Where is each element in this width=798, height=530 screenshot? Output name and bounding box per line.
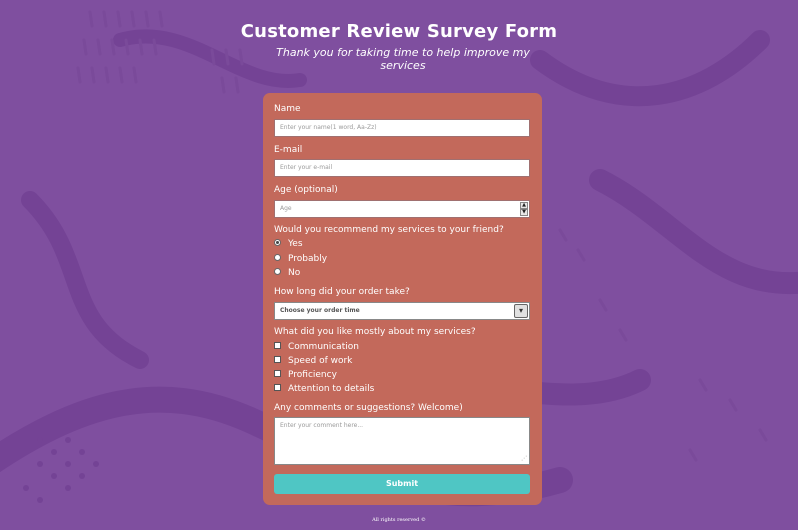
radio-label: No [288, 268, 301, 278]
checkbox-label: Communication [288, 342, 359, 352]
email-label: E-mail [274, 145, 303, 155]
email-input[interactable]: Enter your e-mail [274, 159, 530, 177]
comments-placeholder: Enter your comment here... [280, 422, 364, 429]
radio-button[interactable] [274, 254, 281, 261]
spin-down-icon[interactable]: ▼ [520, 209, 528, 216]
recommend-option-probably[interactable]: Probably [274, 254, 327, 265]
checkbox-label: Attention to details [288, 384, 375, 394]
page-subtitle: Thank you for taking time to help improv… [276, 46, 530, 72]
checkbox[interactable] [274, 342, 281, 349]
liked-label: What did you like mostly about my servic… [274, 327, 476, 337]
chevron-down-icon[interactable]: ▾ [514, 304, 528, 318]
order-time-selected: Choose your order time [280, 307, 360, 314]
liked-option-speed[interactable]: Speed of work [274, 356, 352, 367]
radio-label: Probably [288, 254, 328, 264]
page-title: Customer Review Survey Form [240, 21, 558, 42]
age-label: Age (optional) [274, 185, 338, 195]
submit-button[interactable]: Submit [274, 474, 530, 494]
checkbox-label: Proficiency [288, 370, 337, 380]
survey-form: Name Enter your name(1 word, Aa-Zz) E-ma… [263, 93, 542, 505]
recommend-option-no[interactable]: No [274, 268, 300, 279]
number-spinner-icon[interactable]: ▲ ▼ [520, 202, 528, 216]
checkbox[interactable] [274, 356, 281, 363]
comments-label: Any comments or suggestions? Welcome) [274, 403, 463, 413]
liked-option-proficiency[interactable]: Proficiency [274, 370, 337, 381]
checkbox[interactable] [274, 384, 281, 391]
spin-up-icon[interactable]: ▲ [520, 202, 528, 209]
name-input[interactable]: Enter your name(1 word, Aa-Zz) [274, 119, 530, 137]
recommend-option-yes[interactable]: Yes [274, 239, 303, 250]
checkbox-label: Speed of work [288, 356, 353, 366]
footer-text: All rights reserved © [372, 517, 426, 523]
resize-grip-icon[interactable]: ⋰ [521, 456, 527, 462]
radio-label: Yes [288, 239, 303, 249]
age-input[interactable]: Age ▲ ▼ [274, 200, 530, 218]
checkbox[interactable] [274, 370, 281, 377]
comments-textarea[interactable]: Enter your comment here... ⋰ [274, 417, 530, 465]
liked-option-attention[interactable]: Attention to details [274, 384, 374, 395]
radio-button[interactable] [274, 239, 281, 246]
age-placeholder: Age [280, 205, 292, 212]
liked-option-communication[interactable]: Communication [274, 342, 359, 353]
recommend-label: Would you recommend my services to your … [274, 225, 504, 235]
radio-button[interactable] [274, 268, 281, 275]
order-time-label: How long did your order take? [274, 287, 410, 297]
order-time-select[interactable]: Choose your order time ▾ [274, 302, 530, 320]
name-label: Name [274, 104, 301, 114]
